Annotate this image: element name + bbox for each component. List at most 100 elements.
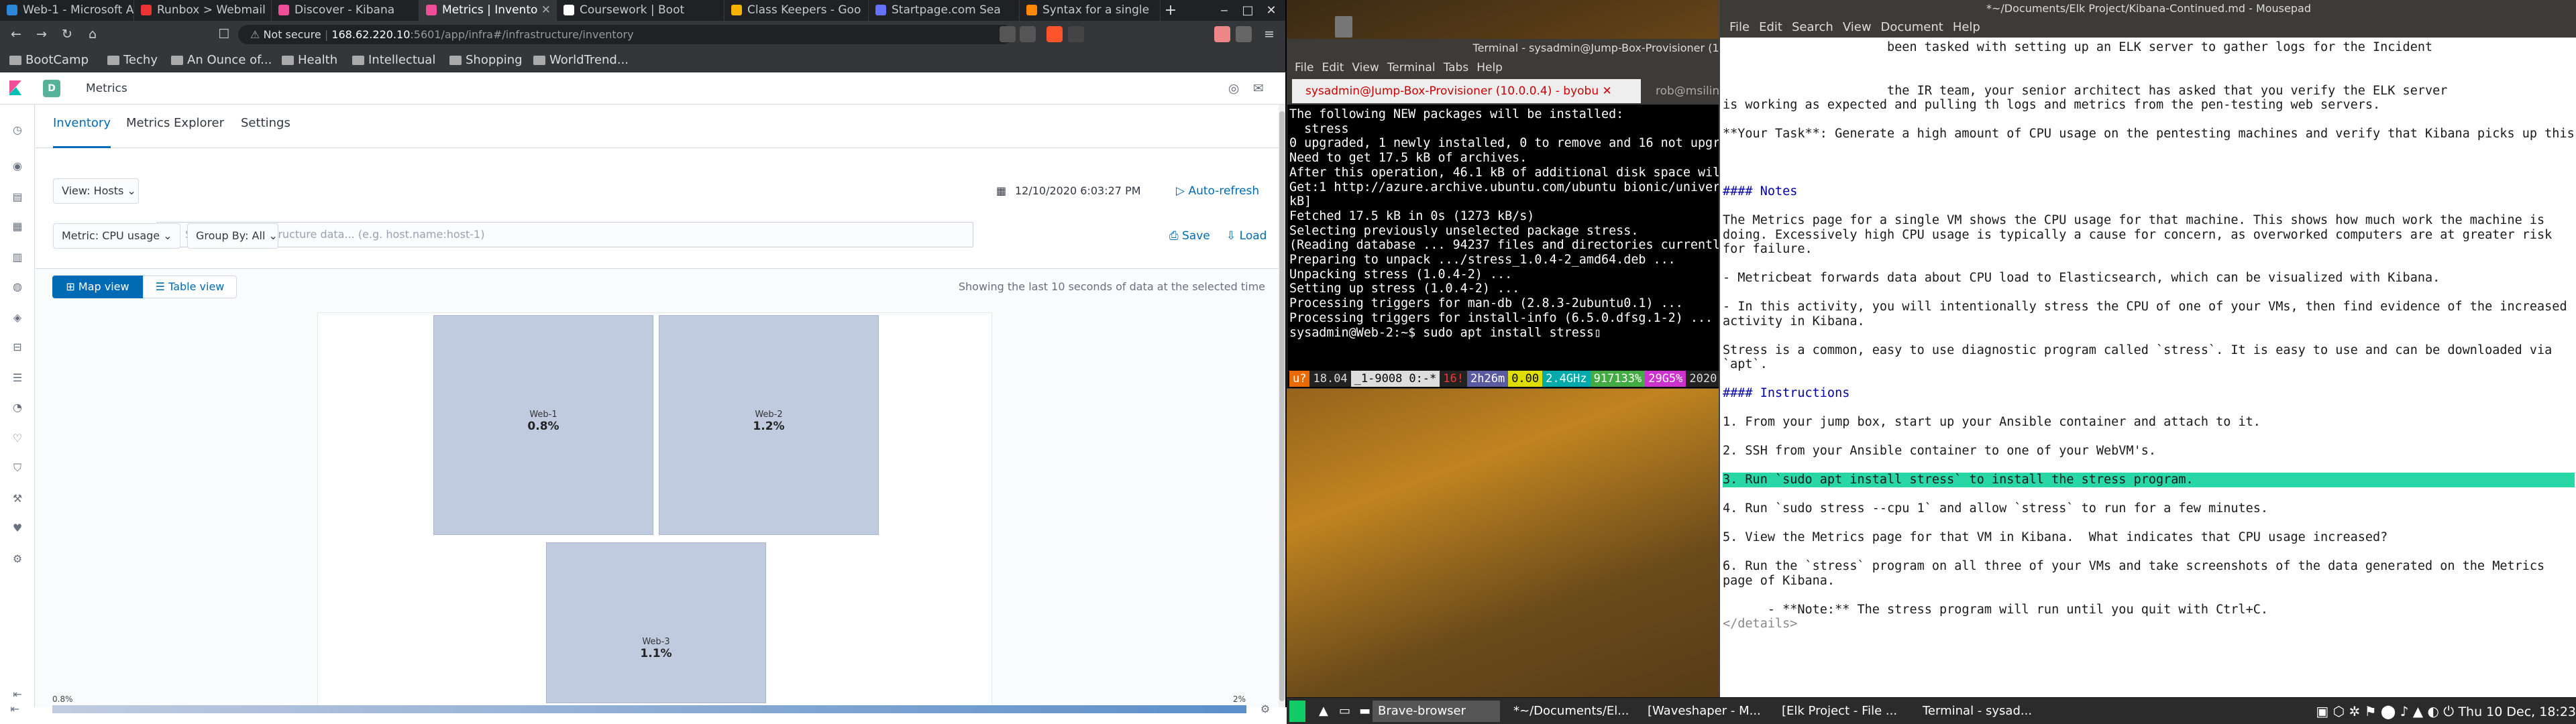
maps-icon[interactable]: ◍ xyxy=(11,280,24,294)
menu-icon[interactable]: ≡ xyxy=(1260,25,1279,44)
siem-icon[interactable]: ⛉ xyxy=(11,461,24,475)
bookmark-folder[interactable]: Health xyxy=(282,48,337,72)
home-icon[interactable]: ⌂ xyxy=(83,25,102,44)
browser-tab-active[interactable]: Metrics | Invento ✕ xyxy=(419,0,557,21)
auto-refresh-button[interactable]: ▷ Auto-refresh xyxy=(1176,178,1259,204)
node-web-2[interactable]: Web-2 1.2% xyxy=(659,315,879,535)
browser-tab[interactable]: Web-1 - Microsoft A xyxy=(0,0,134,21)
menu-help[interactable]: Help xyxy=(1953,20,1980,34)
menu-view[interactable]: View xyxy=(1843,20,1872,34)
terminal-tab-active[interactable]: sysadmin@Jump-Box-Provisioner (10.0.0.4)… xyxy=(1292,79,1641,103)
recent-icon[interactable]: ◷ xyxy=(11,123,24,137)
node-web-1[interactable]: Web-1 0.8% xyxy=(433,315,653,535)
discover-icon[interactable]: ◉ xyxy=(11,160,24,173)
stack-monitoring-icon[interactable]: ♥ xyxy=(11,522,24,535)
infrastructure-icon[interactable]: ⊟ xyxy=(11,341,24,354)
date-picker[interactable]: ▦ 12/10/2020 6:03:27 PM xyxy=(988,178,1183,204)
brave-shield-icon[interactable] xyxy=(1046,26,1063,42)
bookmark-folder[interactable]: BootCamp xyxy=(9,48,89,72)
close-icon[interactable]: ✕ xyxy=(1603,84,1612,98)
menu-help[interactable]: Help xyxy=(1477,61,1503,74)
menu-search[interactable]: Search xyxy=(1792,20,1833,34)
load-button[interactable]: ⇩ Load xyxy=(1226,223,1267,249)
uptime-icon[interactable]: ♡ xyxy=(11,432,24,445)
map-view-button[interactable]: ⊞ Map view xyxy=(52,276,143,298)
taskbar-item[interactable]: [Elk Project - File ... xyxy=(1776,701,1911,722)
menu-document[interactable]: Document xyxy=(1881,20,1943,34)
taskbar-item[interactable]: Brave-browser xyxy=(1373,701,1500,722)
kibana-logo-icon[interactable] xyxy=(8,80,23,95)
share-icon[interactable] xyxy=(1000,26,1016,42)
zoom-icon[interactable] xyxy=(1020,26,1036,42)
browser-tab[interactable]: Discover - Kibana xyxy=(272,0,419,21)
forward-icon[interactable]: → xyxy=(32,25,51,44)
menu-tabs[interactable]: Tabs xyxy=(1444,61,1469,74)
bookmark-folder[interactable]: An Ounce of... xyxy=(171,48,272,72)
ml-icon[interactable]: ◈ xyxy=(11,311,24,324)
close-window-icon[interactable]: ✕ xyxy=(1261,0,1281,21)
terminal-icon[interactable]: ▭ xyxy=(1334,701,1350,722)
help-icon[interactable]: ◎ xyxy=(1224,79,1243,98)
apm-icon[interactable]: ◔ xyxy=(11,401,24,414)
close-tab-icon[interactable]: ✕ xyxy=(541,0,551,21)
metric-select[interactable]: Metric: CPU usage ⌄ xyxy=(53,223,180,249)
tab-metrics-explorer[interactable]: Metrics Explorer xyxy=(126,105,224,148)
bookmark-folder[interactable]: Techy xyxy=(107,48,158,72)
management-icon[interactable]: ⚙ xyxy=(11,552,24,566)
scrollbar-thumb[interactable] xyxy=(1279,111,1285,701)
bookmark-folder[interactable]: WorldTrend... xyxy=(533,48,629,72)
menu-edit[interactable]: Edit xyxy=(1322,61,1344,74)
menu-edit[interactable]: Edit xyxy=(1759,20,1782,34)
collapse-icon[interactable]: ⇤ xyxy=(11,688,24,701)
taskbar-item[interactable]: *~/Documents/El... xyxy=(1508,701,1635,722)
tab-inventory[interactable]: Inventory xyxy=(53,105,111,148)
canvas-icon[interactable]: ▥ xyxy=(11,251,24,264)
taskbar-item[interactable]: Terminal - sysad... xyxy=(1917,701,2045,722)
address-bar[interactable]: ⚠ Not secure | 168.62.220.10:5601/app/in… xyxy=(238,25,1013,44)
maximize-icon[interactable]: □ xyxy=(1238,0,1258,21)
app-menu-icon[interactable] xyxy=(1289,701,1305,722)
browser-tab[interactable]: Syntax for a single xyxy=(1020,0,1161,21)
minimize-icon[interactable]: ‒ xyxy=(1214,0,1234,21)
dev-tools-icon[interactable]: ⚒ xyxy=(11,492,24,505)
menu-file[interactable]: File xyxy=(1729,20,1750,34)
editor-text[interactable]: been tasked with setting up an ELK serve… xyxy=(1723,40,2575,707)
tab-settings[interactable]: Settings xyxy=(241,105,290,148)
bookmark-folder[interactable]: Shopping xyxy=(449,48,523,72)
browser-tab[interactable]: Class Keepers - Goo xyxy=(724,0,869,21)
space-avatar[interactable]: D xyxy=(43,80,60,97)
bookmark-icon[interactable]: ☐ xyxy=(215,25,233,44)
puzzle-icon[interactable] xyxy=(1236,26,1252,42)
visualize-icon[interactable]: ▤ xyxy=(11,190,24,204)
new-tab-icon[interactable]: + xyxy=(1161,0,1181,21)
node-web-3[interactable]: Web-3 1.1% xyxy=(546,542,766,703)
tray-icons[interactable]: ▣ ⬡ ✲ ⚑ ⬤ ♪ ▲ ◐ ⏻ xyxy=(2316,703,2458,719)
save-button[interactable]: ⎙ Save xyxy=(1169,223,1210,249)
rewards-icon[interactable] xyxy=(1068,26,1084,42)
taskbar-item[interactable]: [Waveshaper - M... xyxy=(1642,701,1770,722)
browser-tab[interactable]: Runbox > Webmail xyxy=(134,0,272,21)
search-input[interactable]: ⌕Search for infrastructure data... (e.g.… xyxy=(156,222,973,247)
files-icon[interactable]: ▬ xyxy=(1354,701,1371,722)
newsfeed-icon[interactable]: ✉ xyxy=(1249,79,1268,98)
reload-icon[interactable]: ↻ xyxy=(58,25,76,44)
collapse-nav-icon[interactable]: ⇤ xyxy=(5,700,24,719)
groupby-select[interactable]: Group By: All ⌄ xyxy=(187,223,278,249)
menu-terminal[interactable]: Terminal xyxy=(1387,61,1436,74)
logs-icon[interactable]: ☰ xyxy=(11,371,24,385)
page-scrollbar[interactable] xyxy=(1279,105,1285,707)
trash-icon[interactable] xyxy=(1335,16,1352,38)
browser-tab[interactable]: Coursework | Boot xyxy=(557,0,724,21)
bookmark-folder[interactable]: Intellectual xyxy=(352,48,435,72)
brave-icon[interactable]: ▲ xyxy=(1313,701,1330,722)
menu-file[interactable]: File xyxy=(1295,61,1313,74)
table-view-button[interactable]: ☰ Table view xyxy=(143,276,237,298)
menu-view[interactable]: View xyxy=(1352,61,1379,74)
back-icon[interactable]: ← xyxy=(7,25,25,44)
dashboard-icon[interactable]: ▦ xyxy=(11,220,24,233)
browser-tab[interactable]: Startpage.com Sea xyxy=(869,0,1020,21)
view-select[interactable]: View: Hosts ⌄ xyxy=(53,178,139,204)
legend-settings-icon[interactable]: ⚙ xyxy=(1256,700,1275,719)
extension-icon[interactable] xyxy=(1214,26,1230,42)
clock[interactable]: Thu 10 Dec, 18:23 xyxy=(2458,705,2576,719)
